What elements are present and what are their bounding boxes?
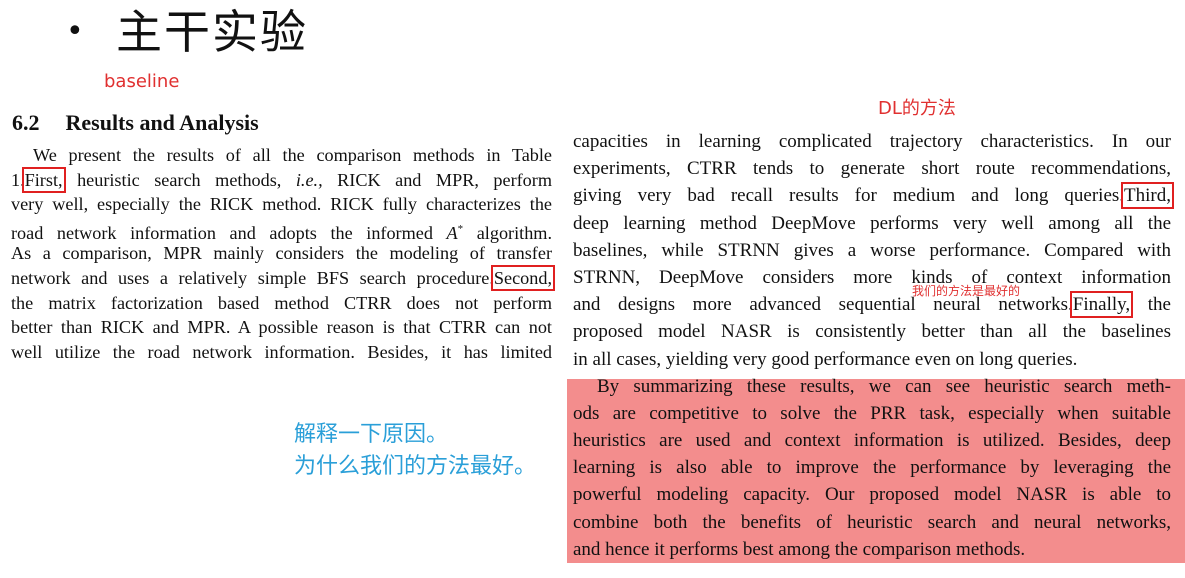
finally-highlight-box: Finally, bbox=[1069, 291, 1134, 319]
third-highlight-box: Third, bbox=[1121, 182, 1174, 210]
text-line: well utilize the road network informatio… bbox=[11, 341, 552, 362]
text-line: ods are competitive to solve the PRR tas… bbox=[573, 402, 1171, 424]
section-heading: 6.2 Results and Analysis bbox=[12, 109, 259, 137]
text-line: baselines, while STRNN gives a worse per… bbox=[573, 239, 1171, 261]
first-highlight-box: First, bbox=[21, 166, 66, 193]
text-line: By summarizing these results, we can see… bbox=[597, 375, 1171, 397]
text-line: 1.First, heuristic search methods, i.e.,… bbox=[11, 166, 552, 193]
text-span: network and uses a relatively simple BFS… bbox=[11, 267, 494, 288]
explain-annotation-2: 为什么我们的方法最好。 bbox=[294, 454, 537, 479]
text-line: As a comparison, MPR mainly considers th… bbox=[11, 243, 552, 264]
text-line: combine both the benefits of heuristic s… bbox=[573, 511, 1171, 533]
text-line: better than RICK and MPR. A possible rea… bbox=[11, 317, 552, 338]
text-span: RICK and MPR, perform bbox=[322, 169, 552, 190]
text-line: giving very bad recall results for mediu… bbox=[573, 182, 1174, 210]
text-span: road network information and adopts the … bbox=[11, 222, 447, 243]
text-line: very well, especially the RICK method. R… bbox=[11, 194, 552, 215]
slide-title: 主干实验 bbox=[116, 5, 308, 59]
text-line: deep learning method DeepMove performs v… bbox=[573, 212, 1171, 234]
text-line: experiments, CTRR tends to generate shor… bbox=[573, 158, 1171, 180]
text-line: STRNN, DeepMove considers more kinds of … bbox=[573, 266, 1171, 288]
text-line: the matrix factorization based method CT… bbox=[11, 292, 552, 313]
left-column: We present the results of all the compar… bbox=[11, 143, 556, 364]
ours-best-annotation: 我们的方法是最好的 bbox=[912, 284, 1021, 298]
text-line: and designs more advanced sequential neu… bbox=[573, 291, 1171, 319]
text-line: road network information and adopts the … bbox=[11, 217, 552, 243]
text-line: in all cases, yielding very good perform… bbox=[573, 348, 1078, 370]
title-bullet: • bbox=[66, 14, 84, 49]
text-span: heuristic search methods, bbox=[62, 169, 296, 190]
explain-annotation-1: 解释一下原因。 bbox=[294, 422, 449, 447]
dl-methods-annotation: DL的方法 bbox=[878, 98, 956, 119]
section-number: 6.2 bbox=[12, 110, 40, 135]
text-line: powerful modeling capacity. Our proposed… bbox=[573, 484, 1171, 506]
text-line: heuristics are used and context informat… bbox=[573, 430, 1171, 452]
text-span: 1. bbox=[11, 169, 25, 190]
right-column: capacities in learning complicated traje… bbox=[573, 128, 1174, 563]
text-span: giving very bad recall results for mediu… bbox=[573, 185, 1125, 207]
text-line: network and uses a relatively simple BFS… bbox=[11, 264, 556, 291]
text-line: We present the results of all the compar… bbox=[33, 145, 552, 165]
text-line: learning is also able to improve the per… bbox=[573, 457, 1171, 479]
astar-italic: A bbox=[446, 222, 458, 243]
second-highlight-box: Second, bbox=[490, 264, 556, 291]
text-line: proposed model NASR is consistently bett… bbox=[573, 321, 1171, 343]
text-line: capacities in learning complicated traje… bbox=[573, 131, 1171, 152]
section-title: Results and Analysis bbox=[65, 110, 259, 135]
ie-italic: i.e., bbox=[295, 169, 323, 190]
baseline-annotation: baseline bbox=[104, 71, 180, 92]
text-span: the bbox=[1130, 294, 1171, 316]
text-line: and hence it performs best among the com… bbox=[573, 538, 1026, 560]
text-span: algorithm. bbox=[463, 222, 552, 243]
